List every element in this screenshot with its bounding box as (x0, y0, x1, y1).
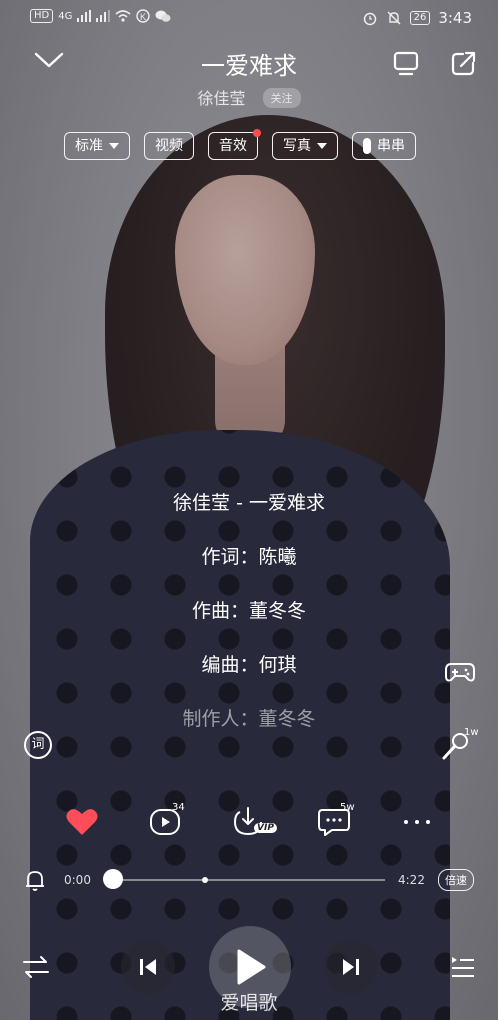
chip-label: 串串 (377, 138, 405, 154)
previous-track-button[interactable] (121, 940, 175, 994)
playback-speed-button[interactable]: 倍速 (438, 869, 474, 891)
progress-marker (202, 877, 208, 883)
lyric-line: 制作人：董冬冬 (182, 708, 316, 730)
artist-row: 徐佳莹 关注 (0, 85, 498, 109)
toggle-pill-icon (363, 138, 371, 154)
bell-icon[interactable] (24, 868, 46, 892)
lyric-line: 作曲：董冬冬 (191, 600, 306, 622)
tv-cast-icon[interactable] (391, 48, 421, 78)
lyric-line: 作词：陈曦 (201, 546, 297, 568)
k-app-icon: K (136, 9, 151, 23)
chip-label: 视频 (155, 138, 183, 154)
video-chip[interactable]: 视频 (144, 132, 194, 160)
watermark-text: 爱唱歌 (220, 992, 278, 1014)
play-icon (237, 949, 266, 985)
progress-knob[interactable] (103, 869, 123, 889)
svg-text:K: K (140, 12, 146, 22)
battery-indicator: 26 (409, 11, 431, 25)
artist-name[interactable]: 徐佳莹 (197, 89, 245, 108)
dropdown-triangle-icon (109, 143, 119, 149)
clock: 3:43 (438, 9, 472, 27)
more-options-icon[interactable] (400, 806, 436, 838)
current-time: 0:00 (64, 873, 91, 887)
signal-icon (77, 10, 92, 22)
dropdown-triangle-icon (317, 143, 327, 149)
wifi-icon (115, 10, 131, 22)
heart-icon[interactable] (64, 806, 100, 838)
playlist-icon[interactable] (448, 954, 476, 980)
battery-level: 26 (409, 11, 431, 25)
download-icon[interactable] (232, 806, 268, 838)
alarm-icon (363, 12, 376, 26)
follow-button[interactable]: 关注 (262, 88, 301, 108)
song-title: 一爱难求 (201, 52, 297, 80)
hd-indicator: HD (30, 9, 54, 23)
chuanchuan-chip[interactable]: 串串 (352, 132, 416, 160)
wechat-icon (155, 10, 171, 22)
lyrics-toggle-button[interactable]: 词 (24, 731, 52, 759)
lyric-line: 徐佳莹 - 一爱难求 (173, 492, 325, 514)
game-controller-icon[interactable] (444, 658, 476, 686)
play-mode-shuffle-icon[interactable] (22, 954, 50, 980)
mute-bell-icon (387, 11, 401, 25)
next-track-button[interactable] (324, 940, 378, 994)
next-icon (343, 959, 359, 975)
network-indicator: 4G (58, 10, 73, 22)
vip-badge: VIP (254, 823, 277, 833)
photo-chip[interactable]: 写真 (272, 132, 338, 160)
lyric-line: 编曲：何琪 (201, 654, 297, 676)
lyrics-toggle-label: 词 (31, 737, 45, 752)
chip-label: 音效 (219, 138, 247, 154)
chip-label: 标准 (75, 138, 103, 154)
quality-standard-chip[interactable]: 标准 (64, 132, 130, 160)
progress-track[interactable] (113, 879, 385, 881)
video-count-badge: 34 (172, 802, 185, 813)
share-icon[interactable] (449, 48, 479, 78)
chip-label: 写真 (283, 138, 311, 154)
lyrics-panel[interactable]: 徐佳莹 - 一爱难求 作词：陈曦 作曲：董冬冬 编曲：何琪 制作人：董冬冬 (0, 488, 498, 758)
mic-count-badge: 1w (464, 727, 479, 738)
total-time: 4:22 (398, 873, 425, 887)
status-bar: HD 4G K 26 3:43 (0, 0, 498, 34)
previous-icon (140, 959, 156, 975)
quality-chips-row: 标准 视频 音效 写真 串串 (64, 129, 416, 160)
notification-dot (253, 129, 261, 137)
sound-effect-chip[interactable]: 音效 (208, 129, 261, 160)
comment-count-badge: 5w (340, 802, 355, 813)
signal-icon-2 (96, 10, 111, 22)
